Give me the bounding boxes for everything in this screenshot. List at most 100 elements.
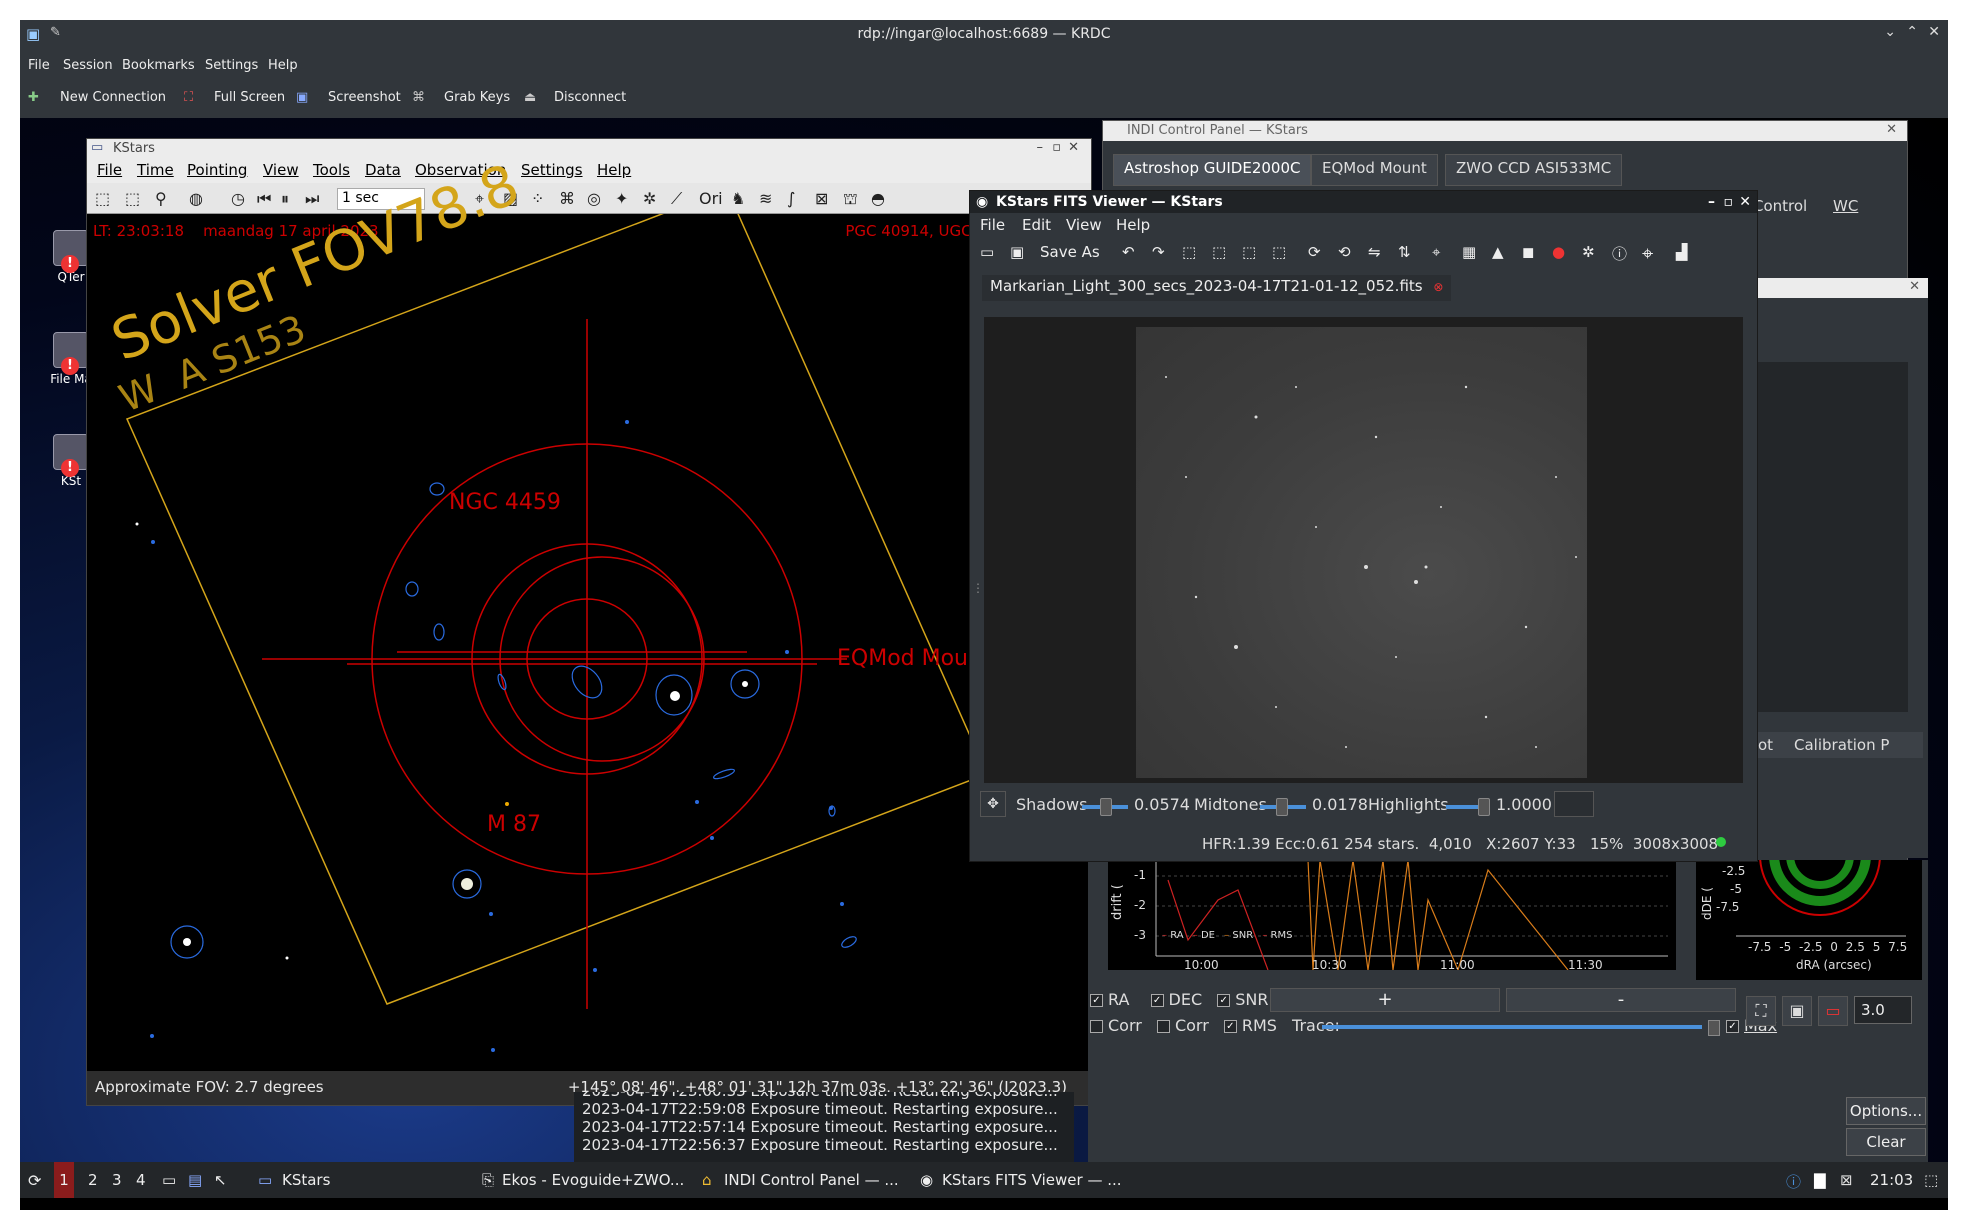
network-tray-icon[interactable]: ⊠	[1840, 1171, 1853, 1189]
fits-image[interactable]	[1136, 327, 1587, 778]
menu-time[interactable]: Time	[137, 161, 174, 179]
zoom-default-icon[interactable]: ⬚	[1242, 243, 1256, 261]
clear-graph-icon[interactable]: ▭	[1818, 996, 1848, 1026]
constellation-names-icon[interactable]: Ori	[699, 189, 723, 208]
menu-file[interactable]: File	[97, 161, 122, 179]
ra-corr-checkbox[interactable]	[1090, 1020, 1103, 1033]
desktop-switch-3[interactable]: 3	[112, 1171, 122, 1189]
fits-file-tab[interactable]: Markarian_Light_300_secs_2023-04-17T21-0…	[982, 275, 1452, 301]
flip-horizontal-icon[interactable]: ⇋	[1368, 243, 1381, 261]
close-icon[interactable]: ✕	[1928, 24, 1940, 40]
tab-ot[interactable]: ot	[1758, 736, 1773, 754]
minimize-icon[interactable]: –	[1037, 140, 1044, 155]
autoscale-icon[interactable]: ⛶	[1746, 996, 1776, 1026]
stars-icon[interactable]: ⁘	[531, 189, 544, 208]
shadows-slider-handle[interactable]	[1100, 798, 1112, 816]
info-icon[interactable]: ⓘ	[1612, 243, 1627, 264]
save-as-button[interactable]: Save As	[1040, 243, 1100, 261]
menu-help[interactable]: Help	[268, 58, 298, 73]
satellite-icon[interactable]: ✲	[643, 189, 656, 208]
screenshot-button[interactable]: Screenshot	[328, 90, 401, 105]
new-connection-button[interactable]: New Connection	[60, 90, 166, 105]
color-swatch[interactable]	[1554, 791, 1594, 817]
open-icon[interactable]: ▭	[980, 243, 994, 261]
trace-slider-handle[interactable]	[1708, 1020, 1720, 1036]
desktop-switch-2[interactable]: 2	[88, 1171, 98, 1189]
sky-map[interactable]: LT: 23:03:18 maandag 17 april 2023 PGC 4…	[87, 152, 1091, 1071]
stretch-icon[interactable]: ◼	[1522, 243, 1534, 261]
highlights-slider-handle[interactable]	[1478, 798, 1490, 816]
equatorial-grid-icon[interactable]: ∫	[787, 189, 795, 208]
auto-stretch-icon[interactable]: ✥	[980, 791, 1006, 817]
zoom-in-icon[interactable]: ⬚	[1182, 243, 1196, 261]
triangle-icon[interactable]: ▲	[1492, 243, 1504, 261]
close-icon[interactable]: ✕	[1068, 140, 1079, 155]
maximize-icon[interactable]: ▫	[1052, 140, 1061, 155]
zoom-out-button[interactable]: -	[1506, 988, 1736, 1012]
menu-session[interactable]: Session	[63, 58, 113, 73]
zoom-select-icon[interactable]: ⬚	[125, 189, 140, 208]
zoom-fit-icon[interactable]: ⬚	[1272, 243, 1286, 261]
zoom-in-button[interactable]: +	[1270, 988, 1500, 1012]
task-fits-viewer[interactable]: KStars FITS Viewer — ...	[942, 1171, 1122, 1189]
task-kstars[interactable]: KStars	[282, 1171, 330, 1189]
zoom-out-icon[interactable]: ⬚	[1212, 243, 1226, 261]
task-indi[interactable]: INDI Control Panel — ...	[724, 1171, 899, 1189]
clock-icon[interactable]: ◷	[231, 189, 245, 208]
ra-checkbox[interactable]: ✓	[1090, 994, 1103, 1007]
milky-way-icon[interactable]: ≋	[759, 189, 772, 208]
menu-pointing[interactable]: Pointing	[187, 161, 247, 179]
menu-help[interactable]: Help	[597, 161, 631, 179]
indi-control-tab[interactable]: Control	[1753, 197, 1807, 215]
constellation-lines-icon[interactable]: ⟋	[671, 189, 682, 209]
trace-slider[interactable]	[1322, 1025, 1702, 1029]
terminal-icon[interactable]: ▭	[162, 1171, 176, 1189]
horizon-icon[interactable]: ◓	[871, 189, 885, 208]
crosshair-icon[interactable]: ⌖	[1432, 243, 1440, 261]
desktop-switch-1[interactable]: 1	[54, 1162, 74, 1198]
pointer-icon[interactable]: ↖	[214, 1171, 227, 1189]
menu-tools[interactable]: Tools	[313, 161, 350, 179]
menu-settings[interactable]: Settings	[205, 58, 258, 73]
menu-edit[interactable]: Edit	[1022, 216, 1051, 234]
menu-data[interactable]: Data	[365, 161, 401, 179]
scale-spinbox[interactable]: 3.0	[1854, 996, 1912, 1024]
clipboard-tray-icon[interactable]: ▇	[1814, 1171, 1826, 1189]
constellation-art-icon[interactable]: ♞	[731, 189, 745, 208]
galaxy-icon[interactable]: ◎	[587, 189, 601, 208]
task-ekos[interactable]: Ekos - Evoguide+ZWO...	[502, 1171, 684, 1189]
histogram-icon[interactable]: ▟	[1676, 243, 1688, 261]
target-icon[interactable]: ⌖	[1642, 241, 1653, 265]
maximize-icon[interactable]: ⌃	[1906, 24, 1918, 40]
max-checkbox[interactable]: ✓	[1726, 1020, 1739, 1033]
menu-file[interactable]: File	[28, 58, 50, 73]
deep-sky-icon[interactable]: ⌘	[559, 189, 575, 208]
menu-view[interactable]: View	[263, 161, 299, 179]
calculator-icon[interactable]: ▤	[188, 1171, 202, 1189]
rotate-ccw-icon[interactable]: ⟲	[1338, 243, 1351, 261]
save-icon[interactable]: ▣	[1010, 243, 1024, 261]
close-tab-icon[interactable]: ⊗	[1433, 280, 1443, 294]
rms-checkbox[interactable]: ✓	[1223, 1020, 1237, 1033]
redo-icon[interactable]: ↷	[1152, 243, 1165, 261]
minimize-icon[interactable]: –	[1708, 194, 1715, 210]
fits-image-view[interactable]	[984, 317, 1743, 783]
rotate-cw-icon[interactable]: ⟳	[1308, 243, 1321, 261]
grab-keys-button[interactable]: Grab Keys	[444, 90, 510, 105]
forward-icon[interactable]: ⏭	[305, 189, 319, 209]
ground-icon[interactable]: ⛫	[843, 189, 858, 210]
menu-view[interactable]: View	[1066, 216, 1102, 234]
globe-icon[interactable]: ◍	[189, 189, 203, 208]
search-icon[interactable]: ⚲	[155, 189, 167, 208]
star-icon[interactable]: ✦	[615, 189, 628, 208]
tab-calibration[interactable]: Calibration P	[1794, 736, 1889, 754]
dec-checkbox[interactable]: ✓	[1150, 994, 1164, 1007]
record-icon[interactable]: ●	[1552, 243, 1565, 261]
tab-eqmod-mount[interactable]: EQMod Mount	[1311, 154, 1438, 186]
show-desktop-icon[interactable]: ⬚	[1924, 1171, 1938, 1189]
snr-checkbox[interactable]: ✓	[1217, 994, 1231, 1007]
close-icon[interactable]: ✕	[1909, 279, 1920, 294]
grid-icon[interactable]: ▦	[1462, 243, 1476, 261]
minimize-icon[interactable]: ⌄	[1884, 24, 1896, 40]
zoom-fit-icon[interactable]: ⬚	[95, 189, 110, 208]
